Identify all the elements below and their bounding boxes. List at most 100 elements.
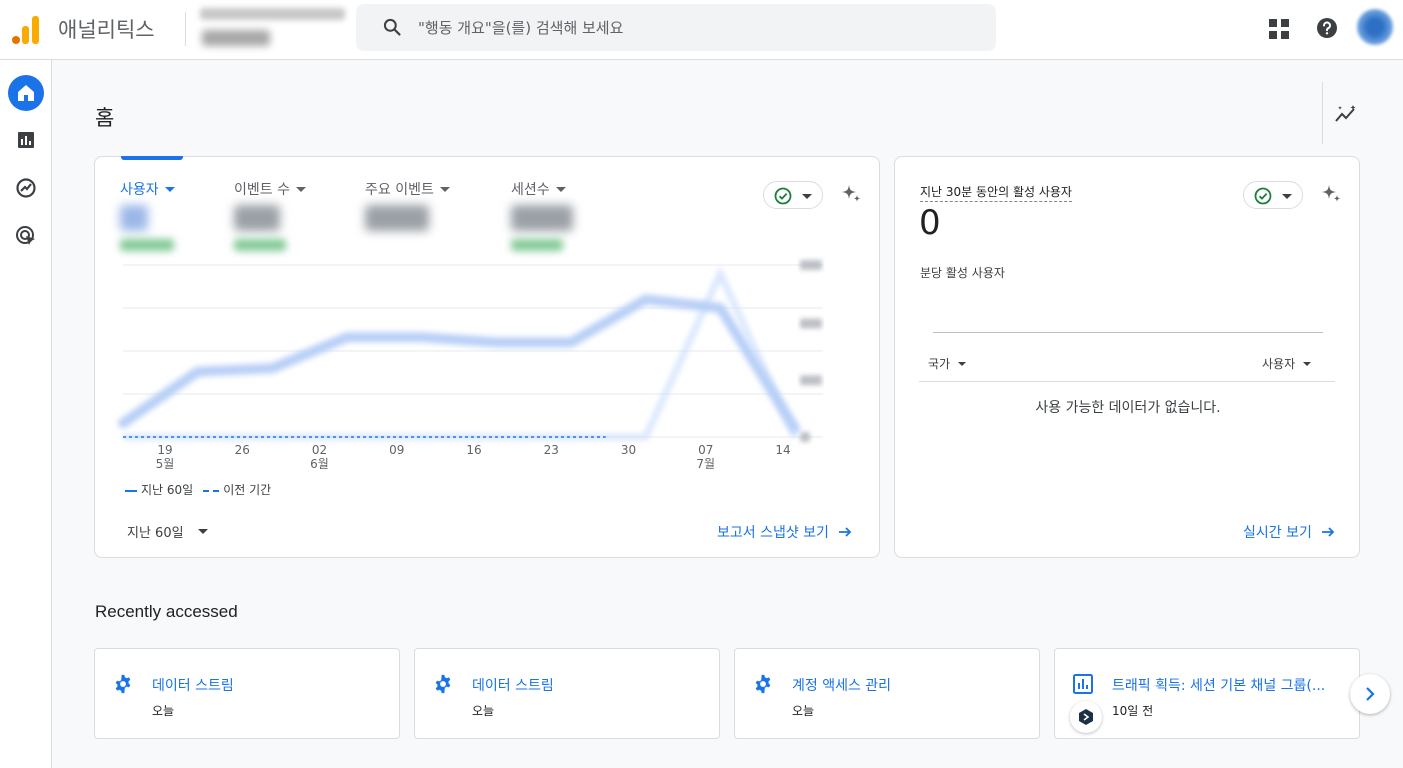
country-column-header[interactable]: 국가 [928, 355, 967, 372]
series-previous-line [123, 266, 798, 440]
nav-reports[interactable] [8, 122, 44, 158]
line-chart: 195월 26 026월 09 16 23 30 077월 14 [118, 260, 823, 471]
date-range-selector[interactable]: 지난 60일 [127, 522, 208, 541]
date-range-label: 지난 60일 [127, 526, 184, 541]
y-tick-label [800, 432, 810, 442]
metric-tab-sessions[interactable]: 세션수 [511, 179, 573, 251]
x-tick-day: 09 [389, 443, 404, 457]
caret-down-icon [439, 186, 450, 192]
legend-current: 지난 60일 [125, 481, 193, 498]
sparkle-icon[interactable] [1319, 182, 1343, 206]
caret-down-icon [1303, 361, 1312, 366]
caret-down-icon [197, 529, 208, 534]
x-tick: 30 [621, 443, 636, 457]
data-quality-chip[interactable] [1243, 181, 1303, 209]
users-column-header[interactable]: 사용자 [1262, 355, 1312, 372]
analytics-logo-icon[interactable] [12, 14, 40, 44]
x-tick-month: 6월 [310, 457, 329, 471]
recently-accessed-title: Recently accessed [95, 602, 238, 621]
sparkle-icon[interactable] [839, 182, 863, 206]
y-tick-label [800, 375, 822, 386]
recent-item-label: 데이터 스트림 [472, 678, 554, 694]
chart-series [118, 266, 800, 440]
realtime-minute-chart [933, 332, 1323, 333]
recent-item-label: 트래픽 획득: 세션 기본 채널 그룹(... [1112, 678, 1326, 694]
recent-item-time: 오늘 [152, 704, 175, 718]
caret-down-icon [958, 361, 967, 366]
recent-item-time: 10일 전 [1112, 704, 1154, 718]
caret-down-icon [164, 186, 175, 192]
nav-advertising[interactable] [8, 218, 44, 254]
avatar[interactable] [1357, 9, 1393, 45]
arrow-right-icon [1321, 527, 1335, 537]
recent-item[interactable]: 데이터 스트림 오늘 [94, 648, 400, 739]
explore-icon [16, 178, 36, 198]
help-icon[interactable] [1316, 17, 1338, 39]
caret-down-icon [1282, 194, 1292, 199]
search-bar[interactable] [356, 4, 996, 51]
title-divider [1322, 82, 1323, 144]
recent-item[interactable]: 데이터 스트림 오늘 [414, 648, 720, 739]
metric-label: 주요 이벤트 [365, 182, 434, 198]
link-label: 실시간 보기 [1243, 525, 1312, 541]
recent-item-time: 오늘 [792, 704, 815, 718]
x-axis-ticks: 195월 26 026월 09 16 23 30 077월 14 [156, 443, 791, 471]
x-tick: 26 [235, 443, 250, 457]
caret-down-icon [295, 186, 306, 192]
nav-home[interactable] [8, 75, 44, 111]
link-label: 보고서 스냅샷 보기 [717, 525, 829, 541]
view-report-snapshot-link[interactable]: 보고서 스냅샷 보기 [717, 522, 853, 542]
x-tick-day: 26 [235, 443, 250, 457]
metric-tab-key-events[interactable]: 주요 이벤트 [365, 179, 450, 231]
realtime-title[interactable]: 지난 30분 동안의 활성 사용자 [920, 183, 1072, 202]
active-tab-indicator [121, 156, 183, 160]
account-property-selector[interactable] [200, 6, 350, 52]
check-circle-icon [774, 187, 792, 205]
gear-icon [115, 674, 131, 694]
gear-icon [435, 674, 451, 694]
metric-tab-users[interactable]: 사용자 [120, 179, 175, 251]
realtime-card: 지난 30분 동안의 활성 사용자 0 분당 활성 사용자 국가 사용자 사용 … [894, 156, 1360, 558]
insights-icon[interactable] [1334, 103, 1358, 125]
y-tick-label [800, 260, 822, 270]
data-quality-chip[interactable] [763, 181, 823, 209]
extension-badge[interactable] [1070, 701, 1102, 733]
page-title: 홈 [95, 106, 115, 130]
metric-label: 세션수 [511, 182, 550, 198]
recent-item-label: 데이터 스트림 [152, 678, 234, 694]
metric-label: 이벤트 수 [234, 182, 290, 198]
next-button[interactable] [1350, 674, 1390, 714]
bar-chart-icon [18, 132, 34, 148]
recent-item-label: 계정 액세스 관리 [792, 678, 892, 694]
app-name[interactable]: 애널리틱스 [58, 14, 155, 44]
metric-tab-events[interactable]: 이벤트 수 [234, 179, 306, 251]
table-divider [919, 381, 1335, 382]
recent-item[interactable]: 트래픽 획득: 세션 기본 채널 그룹(... 10일 전 [1054, 648, 1360, 739]
series-current-line [118, 294, 800, 434]
report-icon [1073, 674, 1093, 694]
x-tick-month: 5월 [156, 457, 175, 471]
caret-down-icon [802, 194, 812, 199]
x-tick: 077월 [696, 443, 715, 471]
x-tick-day: 16 [466, 443, 481, 457]
x-tick: 09 [389, 443, 404, 457]
top-app-bar: 애널리틱스 [0, 0, 1403, 60]
search-input[interactable] [418, 4, 978, 51]
x-tick-day: 23 [544, 443, 559, 457]
x-tick-month: 7월 [696, 457, 715, 471]
x-tick: 23 [544, 443, 559, 457]
view-realtime-link[interactable]: 실시간 보기 [1243, 522, 1336, 542]
nav-explore[interactable] [8, 170, 44, 206]
advertising-icon [16, 226, 35, 245]
chart-legend: 지난 60일 이전 기간 [125, 481, 271, 498]
apps-grid-icon[interactable] [1268, 18, 1290, 40]
header-divider [185, 12, 186, 46]
recent-item[interactable]: 계정 액세스 관리 오늘 [734, 648, 1040, 739]
chart-grid [123, 264, 823, 438]
realtime-value: 0 [919, 203, 941, 243]
check-circle-icon [1254, 187, 1272, 205]
x-tick-day: 02 [312, 443, 327, 457]
x-tick: 16 [466, 443, 481, 457]
y-tick-label [800, 318, 822, 329]
x-tick-day: 07 [698, 443, 713, 457]
